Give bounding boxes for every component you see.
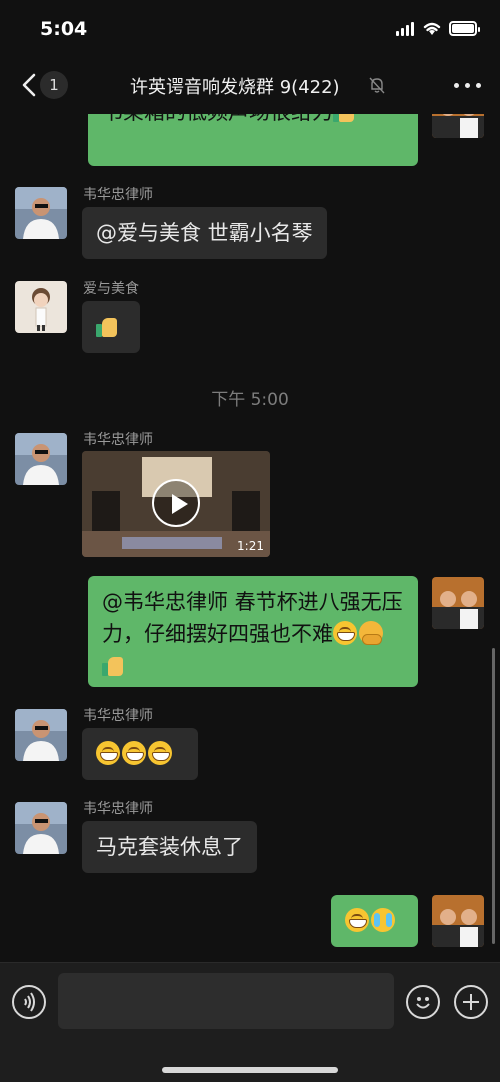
incoming-message[interactable]: @爱与美食 世霸小名琴 — [82, 207, 327, 259]
my-avatar[interactable] — [432, 577, 484, 629]
sender-name: 爱与美食 — [83, 281, 139, 297]
input-bar — [0, 962, 500, 1082]
hug-icon — [359, 621, 383, 645]
sender-avatar[interactable] — [15, 433, 67, 485]
message-text: 马克套装休息了 — [96, 835, 243, 859]
bell-slash-icon — [369, 77, 385, 94]
emoji-icon[interactable] — [406, 985, 440, 1019]
sender-avatar[interactable] — [15, 802, 67, 854]
grin-icon — [345, 908, 369, 932]
add-icon[interactable] — [454, 985, 488, 1019]
sender-avatar[interactable] — [15, 709, 67, 761]
signal-icon — [396, 22, 416, 36]
grin-icon — [148, 741, 172, 765]
play-icon[interactable] — [152, 479, 200, 527]
incoming-message[interactable]: 马克套装休息了 — [82, 821, 257, 873]
laugh-cry-icon — [371, 908, 395, 932]
grin-icon — [122, 741, 146, 765]
chat-title: 许英谔音响发烧群 9(422) — [130, 77, 340, 98]
more-options-icon[interactable] — [454, 83, 482, 89]
thumbs-up-icon — [102, 653, 124, 677]
status-time: 5:04 — [40, 18, 88, 40]
grin-icon — [96, 741, 120, 765]
message-text: @韦华忠律师 春节杯进八强无压力，仔细摆好四强也不难 — [102, 590, 403, 646]
sender-name: 韦华忠律师 — [83, 187, 153, 203]
outgoing-message[interactable]: @韦华忠律师 春节杯进八强无压力，仔细摆好四强也不难 — [88, 576, 418, 687]
sender-avatar[interactable] — [15, 187, 67, 239]
voice-icon[interactable] — [12, 985, 46, 1019]
message-text: @爱与美食 世霸小名琴 — [96, 221, 313, 245]
sender-name: 韦华忠律师 — [83, 432, 153, 448]
battery-icon — [449, 21, 480, 36]
wifi-icon — [423, 22, 441, 35]
message-list[interactable]: 书架箱的低频声场很给力 韦华忠律师 @爱与美食 世霸小名琴 爱与美食 下午 5:… — [0, 56, 500, 962]
incoming-message[interactable] — [82, 301, 140, 353]
sender-name: 韦华忠律师 — [83, 801, 153, 817]
video-duration: 1:21 — [237, 539, 264, 553]
thumbs-up-icon — [96, 314, 118, 338]
grin-icon — [333, 621, 357, 645]
my-avatar[interactable] — [432, 895, 484, 947]
sender-name: 韦华忠律师 — [83, 708, 153, 724]
message-timestamp: 下午 5:00 — [211, 390, 289, 410]
scrollbar[interactable] — [492, 648, 495, 944]
incoming-message[interactable] — [82, 728, 198, 780]
message-input[interactable] — [58, 973, 394, 1029]
home-indicator — [162, 1067, 338, 1073]
outgoing-message[interactable] — [331, 895, 418, 947]
unread-count-badge[interactable]: 1 — [40, 71, 68, 99]
status-bar: 5:04 — [0, 0, 500, 56]
chat-header: 1 许英谔音响发烧群 9(422) — [0, 56, 500, 114]
sender-avatar[interactable] — [15, 281, 67, 333]
video-message[interactable]: 1:21 — [82, 451, 270, 557]
